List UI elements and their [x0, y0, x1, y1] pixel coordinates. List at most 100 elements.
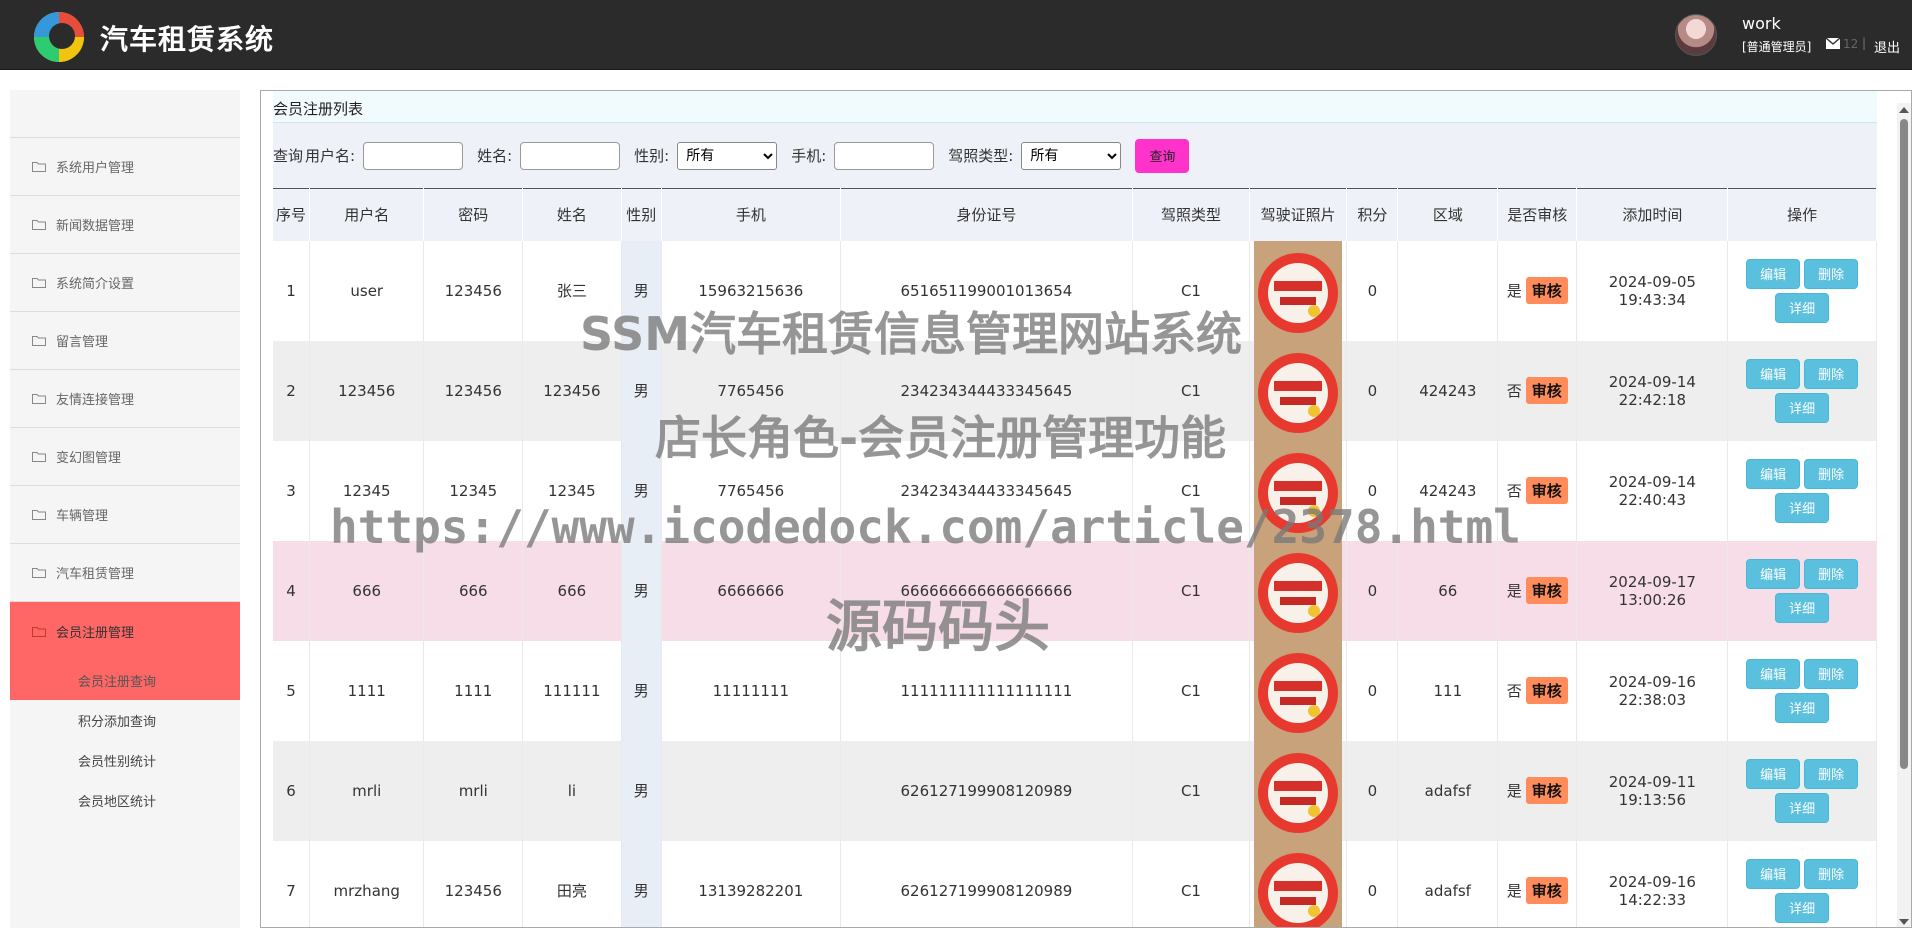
delete-button[interactable]: 删除 — [1804, 458, 1859, 489]
delete-button[interactable]: 删除 — [1804, 858, 1859, 889]
sidebar-item-carousel[interactable]: 变幻图管理 — [10, 428, 240, 486]
scroll-up-arrow-icon[interactable] — [1899, 107, 1909, 113]
cell-password: 666 — [423, 540, 524, 641]
sidebar-item-vehicles[interactable]: 车辆管理 — [10, 486, 240, 544]
sidebar-item-messages[interactable]: 留言管理 — [10, 312, 240, 370]
cell-password: 123456 — [423, 240, 524, 341]
cell-actions: 编辑 删除 详细 — [1727, 840, 1877, 927]
folder-icon — [32, 278, 46, 288]
col-header-phone: 手机 — [661, 188, 841, 241]
cell-audited: 否审核 — [1497, 340, 1578, 441]
cell-no: 1 — [273, 240, 311, 341]
mail-icon[interactable] — [1826, 38, 1840, 49]
folder-icon — [32, 336, 46, 346]
cell-name: 111111 — [522, 640, 622, 741]
license-photo[interactable] — [1254, 840, 1343, 928]
audit-button[interactable]: 审核 — [1525, 377, 1568, 404]
detail-button[interactable]: 详细 — [1775, 292, 1830, 323]
cell-password: 1111 — [423, 640, 524, 741]
license-select[interactable]: 所有 — [1021, 141, 1122, 170]
audit-button[interactable]: 审核 — [1525, 677, 1568, 704]
sidebar-subitem-region-stats[interactable]: 会员地区统计 — [10, 780, 240, 820]
license-photo[interactable] — [1254, 240, 1343, 341]
edit-button[interactable]: 编辑 — [1746, 858, 1801, 889]
phone-input[interactable] — [834, 141, 935, 170]
edit-button[interactable]: 编辑 — [1746, 558, 1801, 589]
vertical-scrollbar[interactable] — [1897, 103, 1911, 927]
edit-button[interactable]: 编辑 — [1746, 458, 1801, 489]
name-input[interactable] — [520, 141, 621, 170]
cell-actions: 编辑 删除 详细 — [1727, 440, 1877, 541]
cell-license: C1 — [1132, 440, 1250, 541]
sidebar-item-intro[interactable]: 系统简介设置 — [10, 254, 240, 312]
cell-actions: 编辑 删除 详细 — [1727, 340, 1877, 441]
license-photo[interactable] — [1254, 340, 1343, 441]
cell-time: 2024-09-14 22:42:18 — [1576, 340, 1729, 441]
cell-username: 666 — [309, 540, 425, 641]
sidebar-item-members[interactable]: 会员注册管理 — [10, 602, 240, 660]
edit-button[interactable]: 编辑 — [1746, 658, 1801, 689]
col-header-region: 区域 — [1397, 188, 1499, 241]
delete-button[interactable]: 删除 — [1804, 758, 1859, 789]
cell-password: mrli — [423, 740, 524, 841]
detail-button[interactable]: 详细 — [1775, 492, 1830, 523]
cell-points: 0 — [1346, 240, 1399, 341]
audit-button[interactable]: 审核 — [1525, 577, 1568, 604]
username-input[interactable] — [363, 141, 464, 170]
license-photo[interactable] — [1254, 540, 1343, 641]
cell-username: user — [309, 240, 425, 341]
edit-button[interactable]: 编辑 — [1746, 358, 1801, 389]
app-title: 汽车租赁系统 — [100, 23, 275, 56]
edit-button[interactable]: 编辑 — [1746, 758, 1801, 789]
license-photo[interactable] — [1254, 740, 1343, 841]
scroll-down-arrow-icon[interactable] — [1899, 919, 1909, 925]
col-header-sex: 性别 — [621, 188, 662, 241]
cell-phone: 11111111 — [661, 640, 841, 741]
cell-actions: 编辑 删除 详细 — [1727, 640, 1877, 741]
cell-no: 5 — [273, 640, 311, 741]
table-row: 1 user 123456 张三男 15963215636 651651199001013… — [273, 240, 1877, 341]
detail-button[interactable]: 详细 — [1775, 692, 1830, 723]
detail-button[interactable]: 详细 — [1775, 392, 1830, 423]
logout-link[interactable]: 退出 — [1874, 37, 1900, 56]
license-photo[interactable] — [1254, 440, 1343, 541]
cell-time: 2024-09-16 14:22:33 — [1576, 840, 1729, 927]
audit-button[interactable]: 审核 — [1525, 277, 1568, 304]
sidebar-subitem-member-query[interactable]: 会员注册查询 — [10, 660, 240, 700]
audit-button[interactable]: 审核 — [1525, 877, 1568, 904]
sidebar-item-system-users[interactable]: 系统用户管理 — [10, 138, 240, 196]
audit-button[interactable]: 审核 — [1525, 477, 1568, 504]
query-label: 查询 — [273, 147, 304, 165]
cell-name: 张三 — [522, 240, 622, 341]
message-count[interactable]: 12 — [1843, 37, 1858, 51]
detail-button[interactable]: 详细 — [1775, 892, 1830, 923]
delete-button[interactable]: 删除 — [1804, 258, 1859, 289]
table-row: 2 123456 123456 123456 男 7765456 2342343444333… — [273, 340, 1877, 441]
audited-status: 否 — [1506, 682, 1522, 700]
sidebar-item-rentals[interactable]: 汽车租赁管理 — [10, 544, 240, 602]
query-button[interactable]: 查询 — [1135, 138, 1190, 173]
cell-license: C1 — [1132, 240, 1250, 341]
cell-phone: 7765456 — [661, 440, 841, 541]
delete-button[interactable]: 删除 — [1804, 658, 1859, 689]
scroll-thumb[interactable] — [1900, 119, 1908, 769]
gender-select[interactable]: 所有 — [677, 141, 778, 170]
edit-button[interactable]: 编辑 — [1746, 258, 1801, 289]
sidebar-subitem-gender-stats[interactable]: 会员性别统计 — [10, 740, 240, 780]
detail-button[interactable]: 详细 — [1775, 592, 1830, 623]
cell-points: 0 — [1346, 740, 1399, 841]
sidebar-subitem-points-query[interactable]: 积分添加查询 — [10, 700, 240, 740]
audit-button[interactable]: 审核 — [1525, 777, 1568, 804]
delete-button[interactable]: 删除 — [1804, 358, 1859, 389]
cell-id-card: 626127199908120989 — [840, 840, 1134, 927]
cell-sex: 男 — [621, 640, 662, 741]
license-photo[interactable] — [1254, 640, 1343, 741]
folder-icon — [32, 394, 46, 404]
sidebar-item-label: 系统简介设置 — [56, 277, 135, 292]
user-avatar[interactable] — [1675, 14, 1717, 56]
delete-button[interactable]: 删除 — [1804, 558, 1859, 589]
sidebar-item-links[interactable]: 友情连接管理 — [10, 370, 240, 428]
sidebar-item-news[interactable]: 新闻数据管理 — [10, 196, 240, 254]
detail-button[interactable]: 详细 — [1775, 792, 1830, 823]
audited-status: 是 — [1506, 782, 1522, 800]
